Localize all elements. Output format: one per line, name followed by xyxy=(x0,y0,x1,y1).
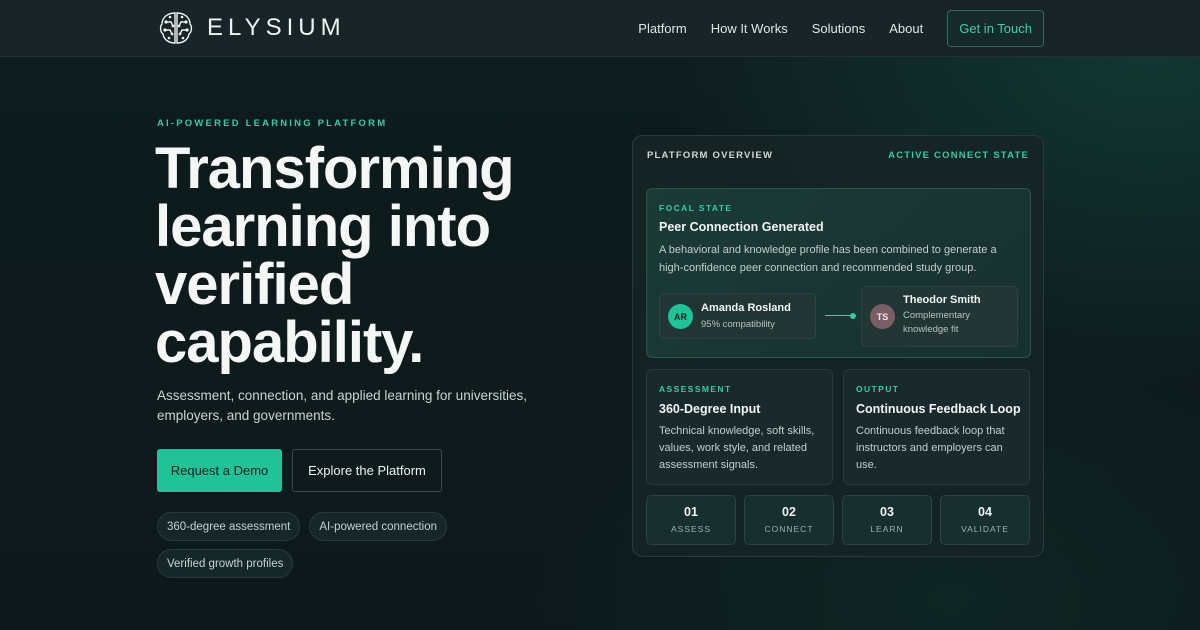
request-demo-button[interactable]: Request a Demo xyxy=(157,449,282,492)
explore-platform-button[interactable]: Explore the Platform xyxy=(292,449,442,492)
step-label: ASSESS xyxy=(670,524,712,534)
step-number: 03 xyxy=(880,505,894,519)
focal-title: Peer Connection Generated xyxy=(659,220,824,234)
step-number: 01 xyxy=(684,505,698,519)
person-card-theodor[interactable]: TS Theodor Smith Complementary knowledge… xyxy=(861,286,1018,347)
get-in-touch-button[interactable]: Get in Touch xyxy=(947,10,1044,47)
output-card: OUTPUT Continuous Feedback Loop Continuo… xyxy=(843,369,1030,485)
person-name: Theodor Smith xyxy=(903,294,981,306)
card-description: Technical knowledge, soft skills, values… xyxy=(659,425,815,471)
card-label: ASSESSMENT xyxy=(659,384,732,394)
step-number: 02 xyxy=(782,505,796,519)
step-connect[interactable]: 02 CONNECT xyxy=(744,495,834,545)
avatar: AR xyxy=(668,304,693,329)
hero-subtitle: Assessment, connection, and applied lear… xyxy=(157,388,527,423)
tag-verified-profiles: Verified growth profiles xyxy=(157,549,294,578)
card-title: 360-Degree Input xyxy=(659,402,761,416)
tag-ai-connection: AI-powered connection xyxy=(309,512,448,541)
focal-description: A behavioral and knowledge profile has b… xyxy=(659,244,997,274)
brand-logo[interactable]: ELYSIUM xyxy=(157,10,346,46)
nav-links: Platform How It Works Solutions About Ge… xyxy=(638,10,1044,47)
brain-circuit-icon xyxy=(159,12,193,44)
card-description: Continuous feedback loop that instructor… xyxy=(856,425,1005,471)
person-card-amanda[interactable]: AR Amanda Rosland 95% compatibility xyxy=(659,293,816,339)
card-label: OUTPUT xyxy=(856,384,900,394)
assessment-card: ASSESSMENT 360-Degree Input Technical kn… xyxy=(646,369,833,485)
tag-360-assessment: 360-degree assessment xyxy=(157,512,301,541)
step-label: LEARN xyxy=(870,524,904,534)
panel-state: ACTIVE CONNECT STATE xyxy=(888,150,1029,161)
nav-link-solutions[interactable]: Solutions xyxy=(812,21,865,36)
nav-link-how-it-works[interactable]: How It Works xyxy=(711,21,788,36)
person-meta: Complementary knowledge fit xyxy=(903,310,971,335)
focal-state-card: FOCAL STATE Peer Connection Generated A … xyxy=(646,188,1031,358)
step-number: 04 xyxy=(978,505,992,519)
hero-title: Transforming learning into verified capa… xyxy=(155,136,515,375)
platform-overview-panel: PLATFORM OVERVIEW ACTIVE CONNECT STATE F… xyxy=(632,135,1044,557)
brand-name: ELYSIUM xyxy=(207,14,346,41)
hero-eyebrow: AI-POWERED LEARNING PLATFORM xyxy=(157,118,388,129)
nav-link-platform[interactable]: Platform xyxy=(638,21,686,36)
connection-line xyxy=(825,312,856,319)
person-meta: 95% compatibility xyxy=(701,319,775,330)
feature-tags: 360-degree assessment AI-powered connect… xyxy=(157,512,467,586)
top-nav: ELYSIUM Platform How It Works Solutions … xyxy=(0,0,1200,57)
focal-label: FOCAL STATE xyxy=(659,203,733,213)
card-title: Continuous Feedback Loop xyxy=(856,402,1021,416)
step-learn[interactable]: 03 LEARN xyxy=(842,495,932,545)
nav-link-about[interactable]: About xyxy=(889,21,923,36)
step-assess[interactable]: 01 ASSESS xyxy=(646,495,736,545)
step-label: VALIDATE xyxy=(961,524,1009,534)
panel-title: PLATFORM OVERVIEW xyxy=(647,150,774,161)
person-name: Amanda Rosland xyxy=(701,302,791,314)
panel-header: PLATFORM OVERVIEW ACTIVE CONNECT STATE xyxy=(647,150,1029,161)
step-label: CONNECT xyxy=(764,524,814,534)
avatar: TS xyxy=(870,304,895,329)
step-validate[interactable]: 04 VALIDATE xyxy=(940,495,1030,545)
